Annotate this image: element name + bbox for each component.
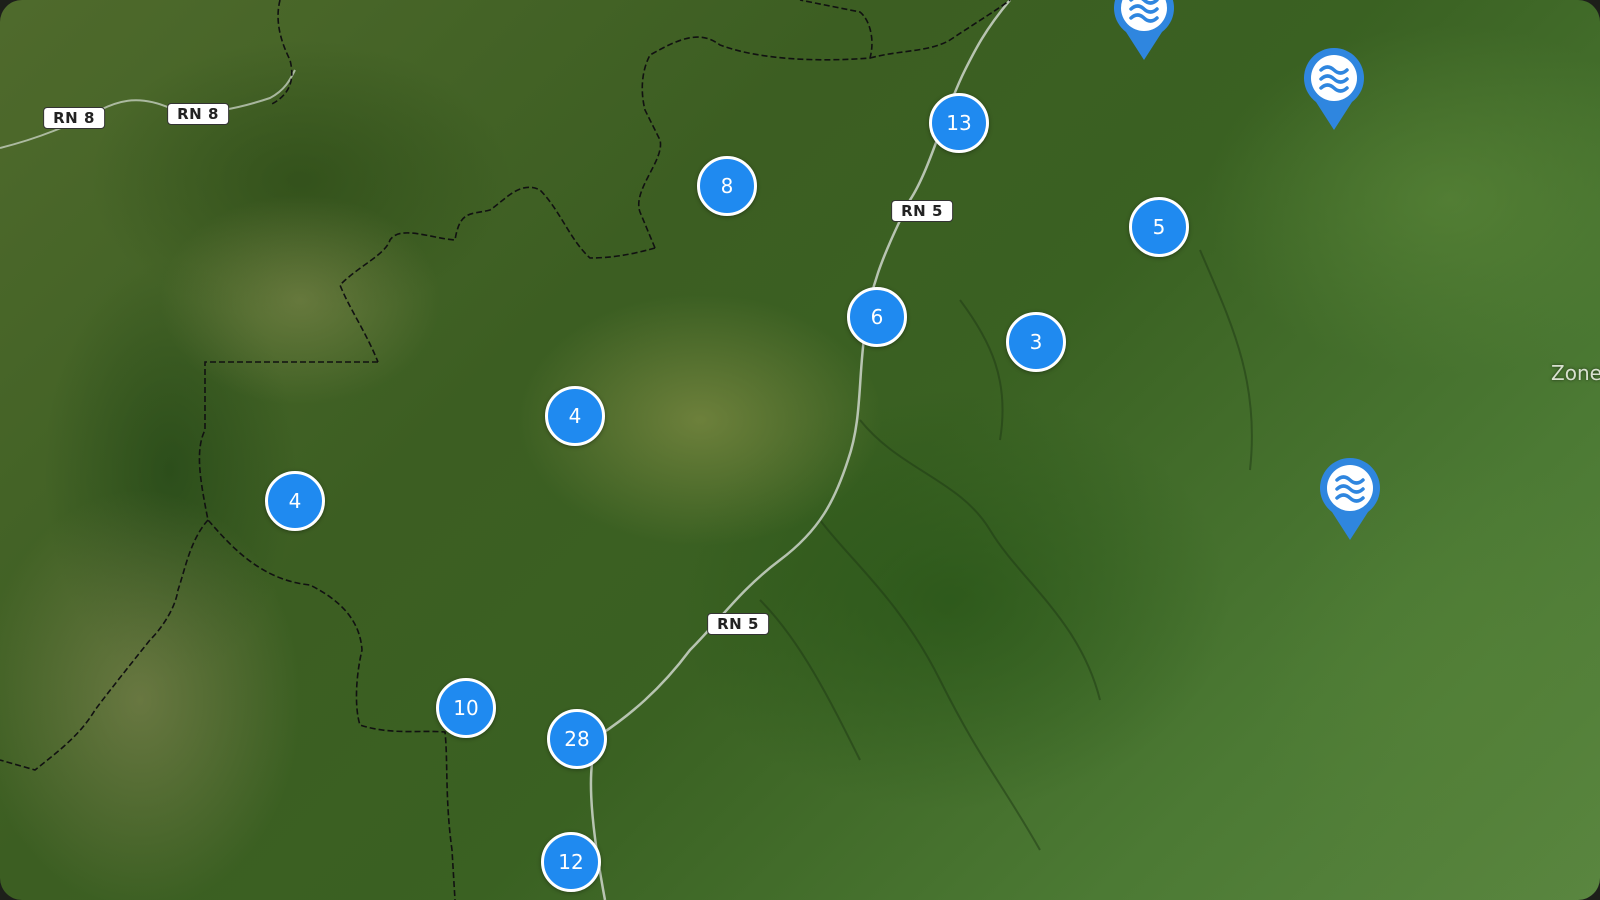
cluster-marker-4-center[interactable]: 4 [545,386,605,446]
water-pin-east[interactable] [1318,456,1382,542]
cluster-marker-28[interactable]: 28 [547,709,607,769]
admin-boundaries [0,0,1011,900]
cluster-marker-6[interactable]: 6 [847,287,907,347]
road-label-rn8-east: RN 8 [167,103,229,125]
road-label-rn8-west: RN 8 [43,107,105,129]
cluster-marker-3[interactable]: 3 [1006,312,1066,372]
cluster-marker-4-west[interactable]: 4 [265,471,325,531]
satellite-map[interactable]: RN 8 RN 8 RN 5 RN 5 13 8 5 6 3 4 4 10 28… [0,0,1600,900]
map-overlay [0,0,1253,900]
cluster-marker-8[interactable]: 8 [697,156,757,216]
road-label-rn5-north: RN 5 [891,200,953,222]
cluster-marker-10[interactable]: 10 [436,678,496,738]
road-label-rn5-south: RN 5 [707,613,769,635]
cluster-marker-13[interactable]: 13 [929,93,989,153]
cluster-marker-12[interactable]: 12 [541,832,601,892]
cluster-marker-5[interactable]: 5 [1129,197,1189,257]
water-pin-northeast[interactable] [1302,46,1366,132]
place-label-zone: Zone [1551,361,1600,385]
water-pin-north[interactable] [1112,0,1176,62]
